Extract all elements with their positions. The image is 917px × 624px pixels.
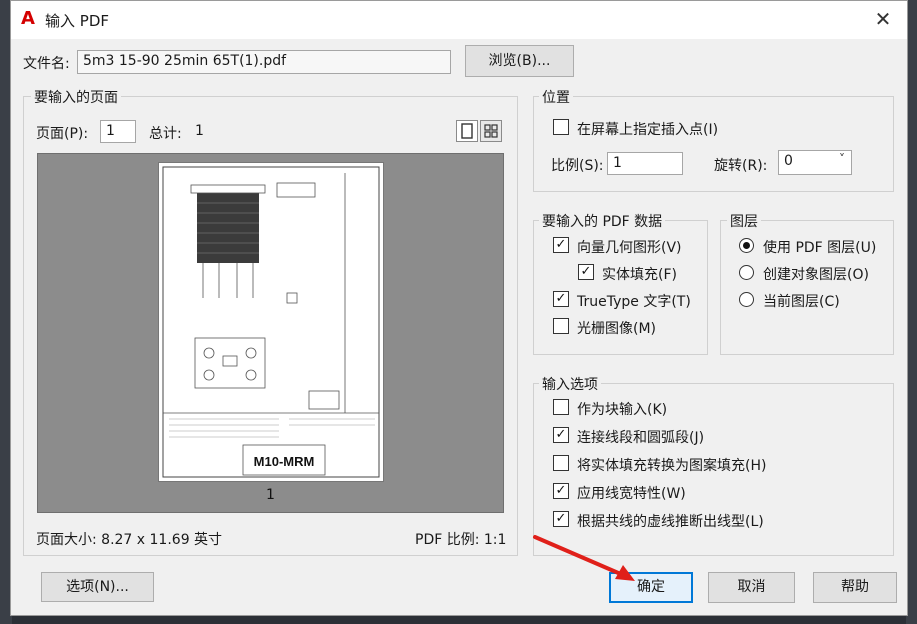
- rotation-label: 旋转(R):: [714, 158, 768, 174]
- pdf-data-group-title: 要输入的 PDF 数据: [539, 211, 666, 231]
- preview-page-thumbnail: M10-MRM: [158, 162, 384, 482]
- chevron-down-icon: ˅: [839, 152, 845, 166]
- file-name-field[interactable]: 5m3 15-90 25min 65T(1).pdf: [77, 50, 451, 74]
- solid-fill-label: 实体填充(F): [602, 267, 677, 283]
- apply-lineweight-label: 应用线宽特性(W): [577, 486, 686, 502]
- grid-view-icon: [484, 124, 498, 138]
- scale-input[interactable]: 1: [607, 152, 683, 175]
- use-pdf-layers-radio[interactable]: [739, 238, 754, 253]
- total-label: 总计:: [149, 126, 182, 142]
- cancel-button[interactable]: 取消: [708, 572, 795, 603]
- infer-linetypes-label: 根据共线的虚线推断出线型(L): [577, 514, 764, 530]
- import-pdf-dialog: A 输入 PDF ✕ 文件名: 5m3 15-90 25min 65T(1).p…: [10, 0, 908, 616]
- infer-linetypes-checkbox[interactable]: ✓: [553, 511, 569, 527]
- current-layer-radio[interactable]: [739, 292, 754, 307]
- solid-fill-checkbox[interactable]: ✓: [578, 264, 594, 280]
- vector-geometry-checkbox[interactable]: ✓: [553, 237, 569, 253]
- file-name-label: 文件名:: [23, 56, 70, 72]
- page-input[interactable]: 1: [100, 120, 136, 143]
- preview-page-number: 1: [266, 487, 275, 503]
- import-options-group-title: 输入选项: [539, 374, 601, 394]
- truetype-text-label: TrueType 文字(T): [577, 294, 691, 310]
- specify-on-screen-checkbox[interactable]: [553, 119, 569, 135]
- specify-on-screen-label: 在屏幕上指定插入点(I): [577, 122, 719, 138]
- vector-geometry-label: 向量几何图形(V): [577, 240, 682, 256]
- single-page-view-button[interactable]: [456, 120, 478, 142]
- truetype-text-checkbox[interactable]: ✓: [553, 291, 569, 307]
- browse-button[interactable]: 浏览(B)...: [465, 45, 574, 77]
- create-object-layers-label: 创建对象图层(O): [763, 267, 869, 283]
- drawing-title-text: M10-MRM: [254, 454, 315, 469]
- pages-group-title: 要输入的页面: [31, 87, 121, 107]
- join-segments-label: 连接线段和圆弧段(J): [577, 430, 705, 446]
- autocad-logo-icon: A: [21, 8, 35, 29]
- annotation-arrow: [533, 535, 635, 581]
- join-segments-checkbox[interactable]: ✓: [553, 427, 569, 443]
- import-as-block-checkbox[interactable]: [553, 399, 569, 415]
- create-object-layers-radio[interactable]: [739, 265, 754, 280]
- raster-images-checkbox[interactable]: [553, 318, 569, 334]
- layers-group-title: 图层: [727, 211, 761, 231]
- page-label: 页面(P):: [36, 126, 89, 142]
- position-group-title: 位置: [539, 87, 573, 107]
- raster-images-label: 光栅图像(M): [577, 321, 657, 337]
- total-value: 1: [195, 123, 204, 139]
- position-group: [533, 96, 894, 192]
- current-layer-label: 当前图层(C): [763, 294, 840, 310]
- convert-fill-to-hatch-label: 将实体填充转换为图案填充(H): [577, 458, 767, 474]
- page-size-label: 页面大小: 8.27 x 11.69 英寸: [36, 532, 223, 548]
- convert-fill-to-hatch-checkbox[interactable]: [553, 455, 569, 471]
- rotation-value: 0: [784, 153, 793, 169]
- help-button[interactable]: 帮助: [813, 572, 897, 603]
- use-pdf-layers-label: 使用 PDF 图层(U): [763, 240, 877, 256]
- grid-view-button[interactable]: [480, 120, 502, 142]
- rotation-dropdown[interactable]: 0 ˅: [778, 150, 852, 175]
- dialog-title: 输入 PDF: [45, 12, 109, 30]
- close-icon[interactable]: ✕: [871, 7, 895, 31]
- single-page-view-icon: [461, 123, 473, 139]
- page-preview[interactable]: M10-MRM 1: [37, 153, 504, 513]
- options-button[interactable]: 选项(N)...: [41, 572, 154, 602]
- apply-lineweight-checkbox[interactable]: ✓: [553, 483, 569, 499]
- drawing-thumbnail-graphic: M10-MRM: [162, 166, 380, 478]
- pdf-scale-label: PDF 比例: 1:1: [415, 532, 507, 548]
- scale-label: 比例(S):: [551, 158, 604, 174]
- import-as-block-label: 作为块输入(K): [577, 402, 668, 418]
- title-bar: A 输入 PDF ✕: [11, 1, 907, 39]
